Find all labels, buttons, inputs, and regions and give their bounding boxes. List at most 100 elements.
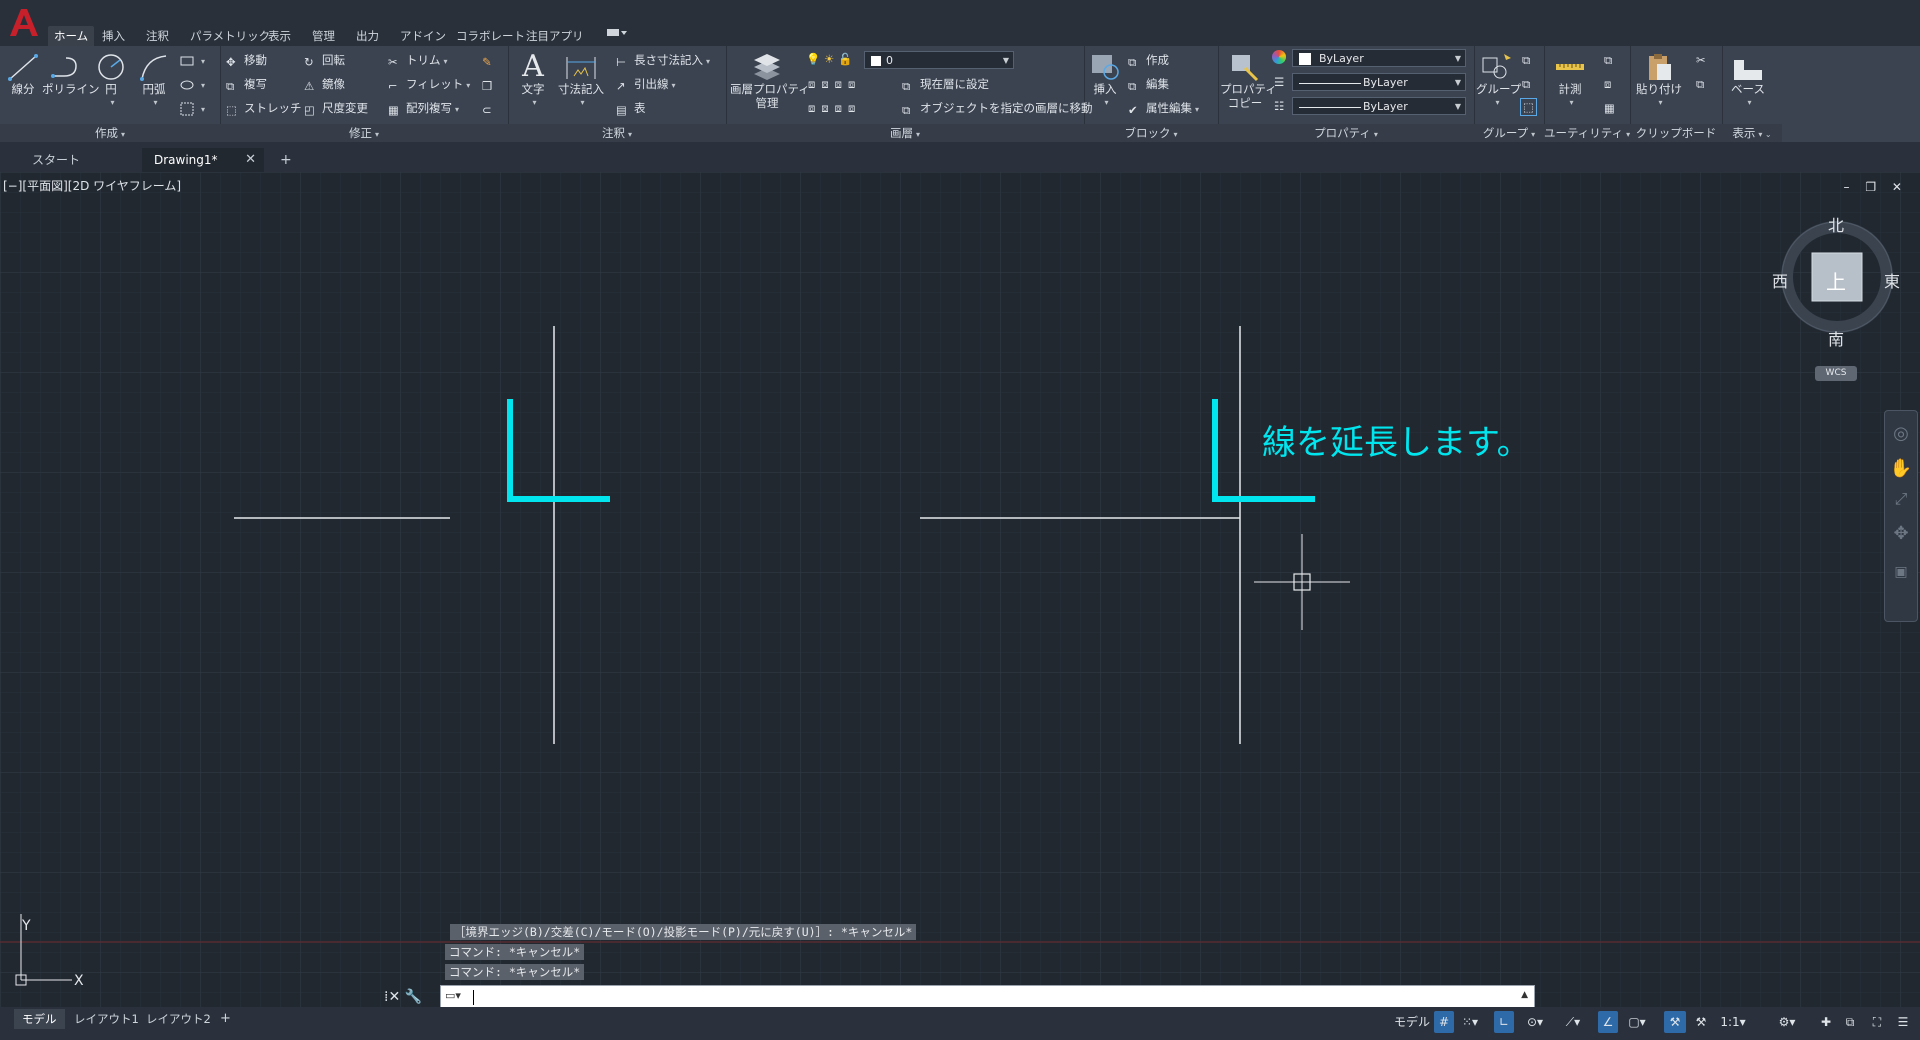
linear-dimension-button[interactable]: ⊢ 長さ寸法記入 ▾ [616, 52, 710, 70]
wcs-menu[interactable]: WCS [1815, 366, 1857, 381]
auto-scale-icon[interactable]: ⚒ [1690, 1011, 1712, 1033]
ungroup-icon[interactable]: ⧉ [1522, 52, 1530, 68]
zoom-extents-icon[interactable]: ⤢ [1885, 489, 1917, 509]
panel-draw-title[interactable]: 作成 ▾ [0, 124, 220, 142]
tab-insert[interactable]: 挿入 [102, 26, 125, 46]
offset-button[interactable]: ⊂ [482, 100, 500, 117]
ortho-mode-icon[interactable]: ∟ [1494, 1011, 1514, 1033]
mirror-button[interactable]: ⚠ 鏡像 [304, 76, 345, 93]
command-input[interactable]: ▭▾ ▲ [440, 985, 1535, 1009]
new-tab-button[interactable]: + [276, 148, 306, 172]
isodraft-icon[interactable]: ⟋▾ [1556, 1011, 1590, 1033]
tab-output[interactable]: 出力 [356, 26, 379, 46]
copy-clip-icon[interactable]: ⧉ [1696, 76, 1704, 92]
panel-view-title[interactable]: 表示 ▾ ⌄ [1722, 124, 1782, 142]
leader-button[interactable]: ↗ 引出線 ▾ [616, 76, 676, 94]
viewcube-north[interactable]: 北 [1828, 212, 1844, 236]
snap-mode-icon[interactable]: ⁙▾ [1456, 1011, 1484, 1033]
fillet-button[interactable]: ⌐ フィレット ▾ [388, 76, 470, 94]
measure-button[interactable]: 計測 ▾ [1548, 52, 1592, 110]
workspace-gear-icon[interactable]: ⚙▾ [1772, 1011, 1802, 1033]
new-layout-button[interactable]: + [212, 1009, 239, 1029]
full-screen-icon[interactable]: ⛶ [1866, 1011, 1888, 1033]
panel-layers-title[interactable]: 画層 ▾ [726, 124, 1084, 142]
app-logo-icon[interactable] [6, 3, 42, 41]
panel-properties-title[interactable]: プロパティ ▾ [1218, 124, 1474, 142]
annotation-scale[interactable]: 1:1▾ [1716, 1011, 1750, 1033]
orbit-icon[interactable]: ✥ [1885, 523, 1917, 544]
viewcube-top-label[interactable]: 上 [1826, 266, 1846, 295]
select-all-icon[interactable]: ⧈ [1604, 76, 1611, 92]
copy-button[interactable]: ⧉ 複写 [226, 76, 267, 93]
group-button[interactable]: グループ ▾ [1476, 52, 1521, 110]
tab-overflow-icon[interactable] [606, 26, 628, 46]
base-view-button[interactable]: ベース ▾ [1728, 56, 1768, 110]
tab-annotate[interactable]: 注釈 [146, 26, 169, 46]
tab-featured-apps[interactable]: 注目アプリ [526, 26, 584, 46]
table-button[interactable]: ▤ 表 [616, 100, 646, 117]
tab-start[interactable]: スタート [20, 148, 142, 172]
panel-groups-title[interactable]: グループ ▾ [1474, 124, 1544, 142]
layer-dropdown[interactable]: 0 ▼ [864, 51, 1014, 69]
model-space-button[interactable]: モデル [1392, 1011, 1432, 1033]
annotation-monitor-icon[interactable]: ✚ [1816, 1011, 1836, 1033]
calculator-icon[interactable]: ▦ [1604, 100, 1615, 116]
color-dropdown[interactable]: ByLayer ▼ [1292, 49, 1466, 67]
layer-tools-row2[interactable]: ⧈⧈⧈⧈ [808, 100, 861, 116]
rotate-button[interactable]: ↻ 回転 [304, 52, 345, 69]
arc-button[interactable]: 円弧 ▾ [134, 52, 174, 110]
stretch-button[interactable]: ⬚ ストレッチ [226, 100, 302, 117]
paste-button[interactable]: 貼り付け ▾ [1634, 52, 1684, 110]
layer-properties-button[interactable]: 画層プロパティ 管理 [730, 52, 810, 110]
object-snap-tracking-icon[interactable]: ∠ [1598, 1011, 1618, 1033]
tab-manage[interactable]: 管理 [312, 26, 335, 46]
array-button[interactable]: ▦ 配列複写 ▾ [388, 100, 459, 118]
trim-button[interactable]: ✂ トリム ▾ [388, 52, 448, 70]
annotation-visibility-icon[interactable]: ⚒ [1664, 1011, 1686, 1033]
attribute-edit-button[interactable]: ✔ 属性編集 ▾ [1128, 100, 1199, 118]
drawing-viewport[interactable] [0, 172, 1920, 1007]
layer-tools-row1[interactable]: ⧈⧈⧈⧈ [808, 76, 861, 92]
dimension-button[interactable]: 寸法記入 ▾ [558, 52, 604, 110]
tab-drawing1[interactable]: Drawing1* ✕ [142, 148, 264, 172]
viewcube-west[interactable]: 西 [1772, 268, 1788, 292]
object-snap-icon[interactable]: ▢▾ [1620, 1011, 1654, 1033]
group-selection-icon[interactable]: ⬚ [1520, 98, 1537, 116]
isolate-objects-icon[interactable]: ⧉ [1840, 1011, 1860, 1033]
tab-home[interactable]: ホーム [48, 26, 95, 46]
grid-toggle-icon[interactable]: # [1434, 1011, 1454, 1033]
tab-collaborate[interactable]: コラボレート [456, 26, 525, 46]
tab-addins[interactable]: アドイン [400, 26, 446, 46]
move-button[interactable]: ✥ 移動 [226, 52, 267, 69]
panel-annotation-title[interactable]: 注釈 ▾ [508, 124, 726, 142]
pan-icon[interactable]: ✋ [1885, 458, 1917, 479]
explode-button[interactable]: ❒ [482, 76, 500, 93]
viewcube-south[interactable]: 南 [1828, 326, 1844, 350]
viewport-window-buttons[interactable]: – ❐ ✕ [1844, 180, 1908, 194]
polar-tracking-icon[interactable]: ⊙▾ [1518, 1011, 1552, 1033]
lineweight-dropdown[interactable]: ByLayer ▼ [1292, 73, 1466, 91]
layer-state-icons[interactable]: 💡 ☀ 🔓 [806, 51, 852, 67]
polyline-button[interactable]: ポリライン [42, 52, 100, 96]
cut-icon[interactable]: ✂ [1696, 52, 1706, 68]
create-block-button[interactable]: ⧉ 作成 [1128, 52, 1169, 69]
layout-tab-layout1[interactable]: レイアウト1 [66, 1009, 147, 1029]
quick-select-icon[interactable]: ⧉ [1604, 52, 1612, 68]
panel-clipboard-title[interactable]: クリップボード [1630, 124, 1722, 142]
viewport-controls-label[interactable]: [−][平面図][2D ワイヤフレーム] [3, 177, 181, 194]
edit-block-button[interactable]: ⧉ 編集 [1128, 76, 1169, 93]
insert-button[interactable]: 挿入 ▾ [1088, 52, 1122, 110]
showmotion-icon[interactable]: ▣ [1885, 564, 1917, 580]
viewcube-east[interactable]: 東 [1884, 268, 1900, 292]
line-button[interactable]: 線分 [6, 52, 40, 96]
layout-tab-layout2[interactable]: レイアウト2 [138, 1009, 219, 1029]
text-button[interactable]: A 文字 ▾ [516, 52, 550, 110]
close-tab-icon[interactable]: ✕ [245, 148, 256, 172]
circle-button[interactable]: 円 ▾ [94, 52, 128, 110]
tab-parametric[interactable]: パラメトリック [190, 26, 270, 46]
erase-button[interactable]: ✎ [482, 52, 500, 69]
scale-button[interactable]: ◰ 尺度変更 [304, 100, 368, 117]
command-line-tools[interactable]: ⁞✕ 🔧 [384, 985, 422, 1009]
panel-utilities-title[interactable]: ユーティリティ ▾ [1544, 124, 1630, 142]
steering-wheel-icon[interactable]: ◎ [1885, 423, 1917, 444]
